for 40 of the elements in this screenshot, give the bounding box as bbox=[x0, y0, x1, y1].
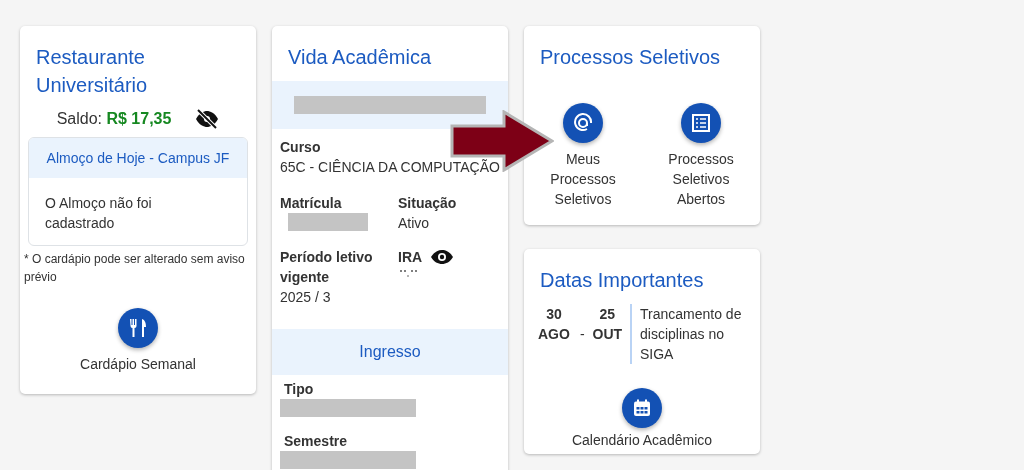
target-icon bbox=[573, 113, 593, 133]
hide-balance-button[interactable] bbox=[195, 109, 220, 129]
masked-value-icon bbox=[398, 269, 420, 278]
menu-header: Almoço de Hoje - Campus JF bbox=[46, 150, 230, 166]
field-value: 2025 / 3 bbox=[280, 288, 332, 307]
card-title: Restaurante Universitário bbox=[35, 45, 149, 98]
button-label: Cardápio Semanal bbox=[80, 355, 196, 374]
field-label: Semestre bbox=[283, 432, 349, 451]
date-day: 25 bbox=[592, 304, 623, 324]
fork-knife-icon bbox=[129, 318, 147, 338]
date-month: OUT bbox=[592, 325, 623, 344]
field-label: Matrícula bbox=[280, 194, 343, 213]
menu-text: O Almoço não foi cadastrado bbox=[45, 194, 153, 233]
date-month: AGO bbox=[538, 325, 570, 344]
card-title: Datas Importantes bbox=[539, 268, 705, 293]
calendar-icon bbox=[633, 399, 651, 417]
field-label: IRA bbox=[398, 248, 423, 267]
button-label: Meus Processos Seletivos bbox=[549, 150, 617, 209]
weekly-menu-button[interactable] bbox=[118, 308, 158, 348]
field-label: Curso bbox=[280, 138, 322, 157]
field-value: 65C - CIÊNCIA DA COMPUTAÇÃO bbox=[280, 158, 500, 177]
button-label: Calendário Acadêmico bbox=[571, 431, 713, 450]
field-label: Período letivo vigente bbox=[280, 248, 374, 287]
list-icon bbox=[692, 114, 710, 132]
my-processes-button[interactable] bbox=[563, 103, 603, 143]
card-title: Vida Acadêmica bbox=[287, 45, 433, 70]
show-value-icon[interactable] bbox=[430, 249, 455, 265]
button-label: Processos Seletivos Abertos bbox=[667, 150, 735, 209]
card-title: Processos Seletivos bbox=[539, 45, 722, 70]
field-value: Ativo bbox=[398, 214, 431, 233]
balance-text: Saldo: R$ 17,35 bbox=[56, 109, 172, 129]
field-label: Situação bbox=[398, 194, 458, 213]
event-text: Trancamento de disciplinas no SIGA bbox=[630, 304, 750, 364]
section-title: Ingresso bbox=[359, 343, 421, 360]
open-processes-button[interactable] bbox=[681, 103, 721, 143]
note-text: * O cardápio pode ser alterado sem aviso prévio bbox=[23, 251, 246, 286]
calendar-button[interactable] bbox=[622, 388, 662, 428]
field-label: Tipo bbox=[283, 380, 315, 399]
date-separator: - bbox=[578, 325, 586, 344]
date-day: 30 bbox=[538, 304, 570, 324]
